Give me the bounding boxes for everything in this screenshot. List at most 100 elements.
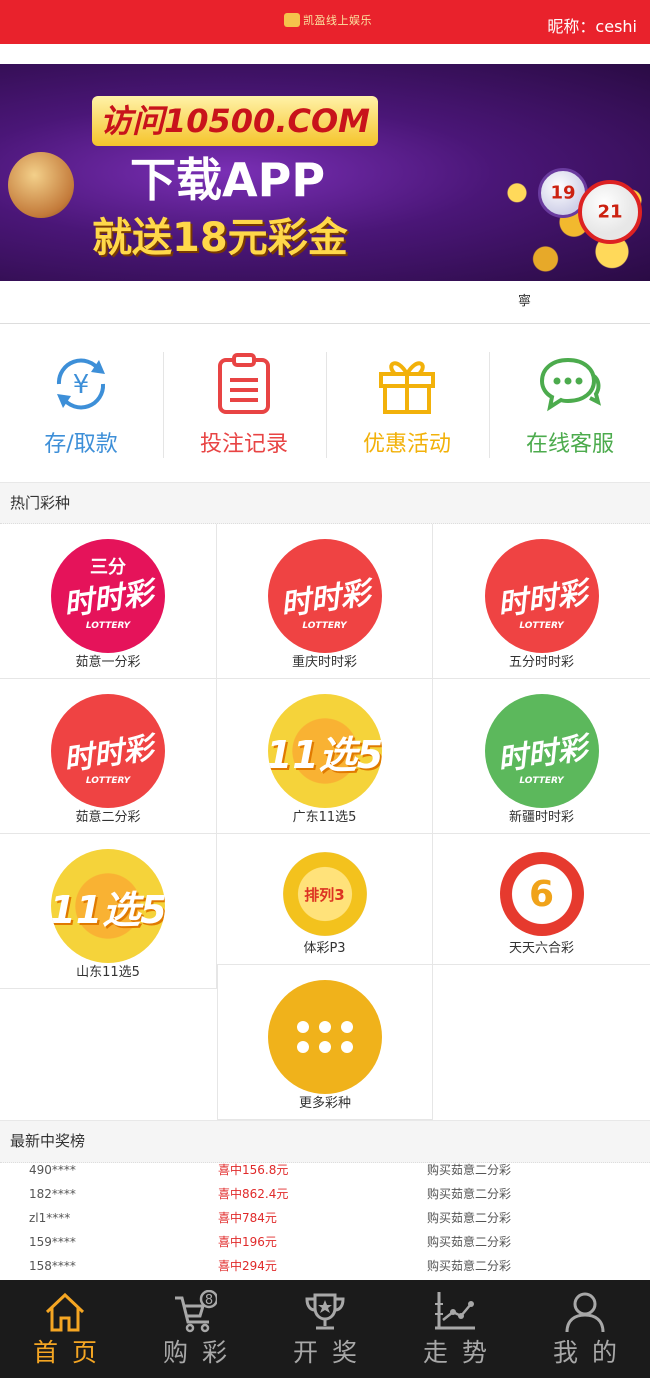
winner-row: 490**** 喜中156.8元 购买茹意二分彩 bbox=[0, 1162, 650, 1186]
lottery-name: 新疆时时彩 bbox=[508, 810, 574, 825]
banner-visit-text: 访问10500.COM bbox=[92, 96, 378, 146]
banner-download-text: 下载APP bbox=[130, 153, 326, 207]
icon-text: LOTTERY bbox=[519, 776, 564, 786]
winner-amount: 喜中294元 bbox=[218, 1259, 277, 1273]
quick-actions: ¥ 存/取款 投注记录 优惠活动 在线客服 bbox=[0, 324, 650, 482]
bottom-tabbar: 首页 8 购彩 开奖 走势 我的 bbox=[0, 1280, 650, 1378]
trend-chart-icon bbox=[435, 1292, 475, 1330]
tab-draw[interactable]: 开奖 bbox=[260, 1280, 390, 1378]
clipboard-icon bbox=[218, 353, 270, 414]
lottery-ball-icon bbox=[8, 152, 74, 218]
lottery-item[interactable]: 11选5 山东11选5 bbox=[0, 834, 217, 989]
liuhecai-icon: 6 bbox=[499, 852, 584, 936]
logo-text: 凯盈线上娱乐 bbox=[303, 14, 372, 27]
quick-label: 在线客服 bbox=[525, 432, 614, 457]
hot-lottery-header: 热门彩种 bbox=[0, 482, 650, 524]
lottery-name: 茹意一分彩 bbox=[75, 655, 141, 670]
banner-bonus-text: 就送18元彩金 bbox=[92, 215, 348, 261]
more-dots-icon bbox=[268, 980, 382, 1094]
lottery-item[interactable]: 11选5 广东11选5 bbox=[217, 679, 433, 834]
lottery-item[interactable]: 时时彩 LOTTERY 五分时时彩 bbox=[433, 524, 650, 679]
tab-label: 我的 bbox=[552, 1338, 631, 1367]
customer-service-button[interactable]: 在线客服 bbox=[489, 324, 650, 482]
tab-label: 首页 bbox=[32, 1338, 111, 1367]
tab-mine[interactable]: 我的 bbox=[520, 1280, 650, 1378]
home-icon bbox=[45, 1292, 85, 1332]
11x5-icon: 11选5 bbox=[51, 849, 165, 963]
icon-text: LOTTERY bbox=[302, 621, 347, 631]
site-logo[interactable]: 凯盈线上娱乐 bbox=[284, 11, 372, 29]
winner-amount: 喜中196元 bbox=[218, 1235, 277, 1249]
winner-amount: 喜中784元 bbox=[218, 1211, 277, 1225]
lottery-item[interactable]: 时时彩 LOTTERY 新疆时时彩 bbox=[433, 679, 650, 834]
winner-user: 490**** bbox=[29, 1163, 76, 1177]
p3-icon: 排列3 bbox=[282, 852, 367, 936]
tab-label: 购彩 bbox=[162, 1338, 241, 1367]
winner-row: 158**** 喜中294元 购买茹意二分彩 bbox=[0, 1258, 650, 1280]
top-header: 凯盈线上娱乐 昵称：ceshi bbox=[0, 0, 650, 44]
deposit-withdraw-button[interactable]: ¥ 存/取款 bbox=[0, 324, 162, 482]
lottery-name: 体彩P3 bbox=[303, 941, 346, 956]
icon-text: 时时彩 bbox=[494, 730, 589, 779]
promotions-button[interactable]: 优惠活动 bbox=[326, 324, 488, 482]
winner-game: 购买茹意二分彩 bbox=[427, 1211, 512, 1225]
tab-home[interactable]: 首页 bbox=[0, 1280, 130, 1378]
icon-text: LOTTERY bbox=[85, 621, 131, 631]
yen-exchange-icon: ¥ bbox=[56, 358, 106, 410]
more-lotteries-button[interactable]: 更多彩种 bbox=[217, 965, 433, 1120]
winner-amount: 喜中862.4元 bbox=[218, 1187, 289, 1201]
lottery-item[interactable]: 6 天天六合彩 bbox=[433, 834, 650, 965]
icon-text: 11选5 bbox=[267, 732, 382, 777]
lottery-name: 重庆时时彩 bbox=[291, 655, 357, 670]
tab-buy[interactable]: 8 购彩 bbox=[130, 1280, 260, 1378]
chat-icon bbox=[539, 357, 601, 412]
winner-row: zl1**** 喜中784元 购买茹意二分彩 bbox=[0, 1210, 650, 1234]
quick-label: 存/取款 bbox=[44, 432, 118, 457]
cart-icon: 8 bbox=[175, 1290, 217, 1333]
winner-game: 购买茹意二分彩 bbox=[427, 1187, 512, 1201]
winner-game: 购买茹意二分彩 bbox=[427, 1235, 512, 1249]
tab-label: 开奖 bbox=[292, 1338, 371, 1367]
ssc-icon: 时时彩 LOTTERY bbox=[267, 539, 382, 653]
lottery-name: 茹意二分彩 bbox=[75, 810, 141, 825]
quick-label: 优惠活动 bbox=[362, 432, 451, 457]
logo-mark-icon bbox=[284, 13, 300, 27]
gift-icon bbox=[379, 361, 435, 414]
user-icon bbox=[565, 1292, 605, 1333]
trophy-icon bbox=[305, 1293, 345, 1330]
lottery-name: 五分时时彩 bbox=[508, 655, 574, 670]
ssc-icon: 时时彩 LOTTERY bbox=[484, 694, 599, 808]
promo-banner[interactable]: 19 21 访问10500.COM 下载APP 就送18元彩金 bbox=[0, 64, 650, 281]
notice-marquee[interactable]: 寧 bbox=[0, 281, 650, 324]
lottery-name: 更多彩种 bbox=[298, 1096, 351, 1111]
ssc-icon: 时时彩 LOTTERY bbox=[484, 539, 599, 653]
icon-text: 时时彩 bbox=[61, 730, 156, 779]
winner-row: 182**** 喜中862.4元 购买茹意二分彩 bbox=[0, 1186, 650, 1210]
icon-text: 时时彩 bbox=[494, 575, 589, 624]
lottery-item[interactable]: 时时彩 LOTTERY 重庆时时彩 bbox=[217, 524, 433, 679]
winner-amount: 喜中156.8元 bbox=[218, 1163, 289, 1177]
winner-user: 158**** bbox=[29, 1259, 76, 1273]
user-nickname: 昵称：ceshi bbox=[547, 17, 637, 36]
lottery-ball-icon: 21 bbox=[578, 180, 642, 244]
winners-header: 最新中奖榜 bbox=[0, 1120, 650, 1163]
lottery-item[interactable]: 时时彩 LOTTERY 茹意二分彩 bbox=[0, 679, 217, 834]
icon-text: LOTTERY bbox=[85, 776, 131, 786]
icon-text: 6 bbox=[528, 873, 555, 915]
quick-label: 投注记录 bbox=[199, 432, 288, 457]
ssc-1min-icon: 三分 时时彩 LOTTERY bbox=[51, 539, 165, 653]
cart-badge: 8 bbox=[205, 1293, 213, 1308]
lottery-name: 天天六合彩 bbox=[508, 941, 574, 956]
lottery-item[interactable]: 三分 时时彩 LOTTERY 茹意一分彩 bbox=[0, 524, 217, 679]
tab-trend[interactable]: 走势 bbox=[390, 1280, 520, 1378]
icon-text: 排列3 bbox=[304, 885, 345, 904]
bet-records-button[interactable]: 投注记录 bbox=[163, 324, 325, 482]
section-title: 热门彩种 bbox=[10, 494, 71, 512]
tab-label: 走势 bbox=[422, 1338, 501, 1367]
11x5-icon: 11选5 bbox=[267, 694, 382, 808]
lottery-name: 广东11选5 bbox=[292, 810, 357, 825]
winners-list: 490**** 喜中156.8元 购买茹意二分彩 182**** 喜中862.4… bbox=[0, 1162, 650, 1280]
ball-number: 19 bbox=[550, 182, 576, 204]
lottery-item[interactable]: 排列3 体彩P3 bbox=[217, 834, 433, 965]
ball-number: 21 bbox=[597, 201, 623, 223]
